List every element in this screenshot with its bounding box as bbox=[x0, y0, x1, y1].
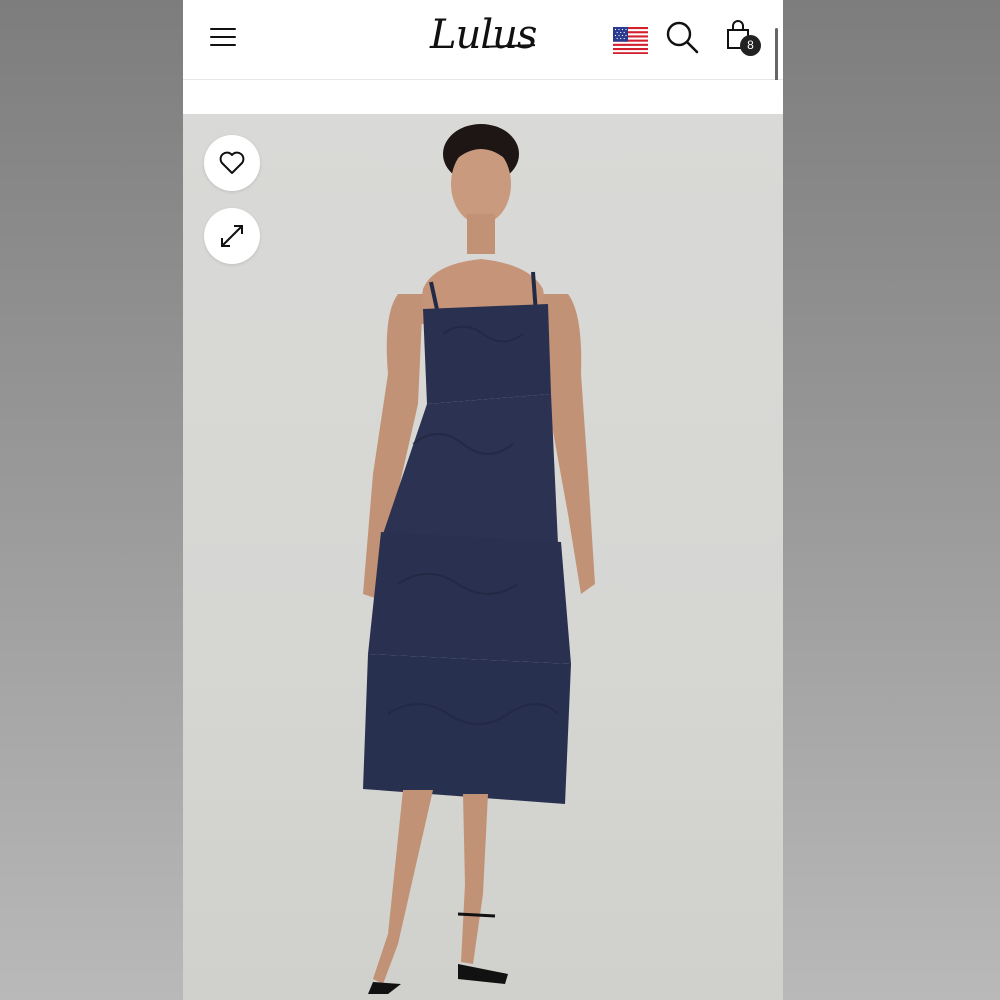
menu-icon-bar bbox=[210, 44, 236, 46]
us-flag-icon[interactable] bbox=[613, 27, 648, 54]
cart-count-badge: 8 bbox=[740, 35, 761, 56]
heart-icon bbox=[219, 151, 245, 174]
mobile-viewport: Lulus 8 bbox=[183, 0, 783, 1000]
site-logo[interactable]: Lulus bbox=[430, 10, 537, 60]
expand-icon bbox=[221, 225, 243, 247]
expand-button[interactable] bbox=[204, 208, 260, 264]
menu-icon-bar bbox=[210, 36, 236, 38]
site-header: Lulus 8 bbox=[183, 0, 783, 210]
model-illustration bbox=[363, 124, 595, 994]
announcement-spacer bbox=[183, 80, 783, 114]
favorite-button[interactable] bbox=[204, 135, 260, 191]
search-icon[interactable] bbox=[665, 20, 699, 54]
menu-icon bbox=[210, 28, 236, 30]
menu-button[interactable] bbox=[210, 26, 236, 48]
product-image[interactable] bbox=[183, 114, 783, 1000]
